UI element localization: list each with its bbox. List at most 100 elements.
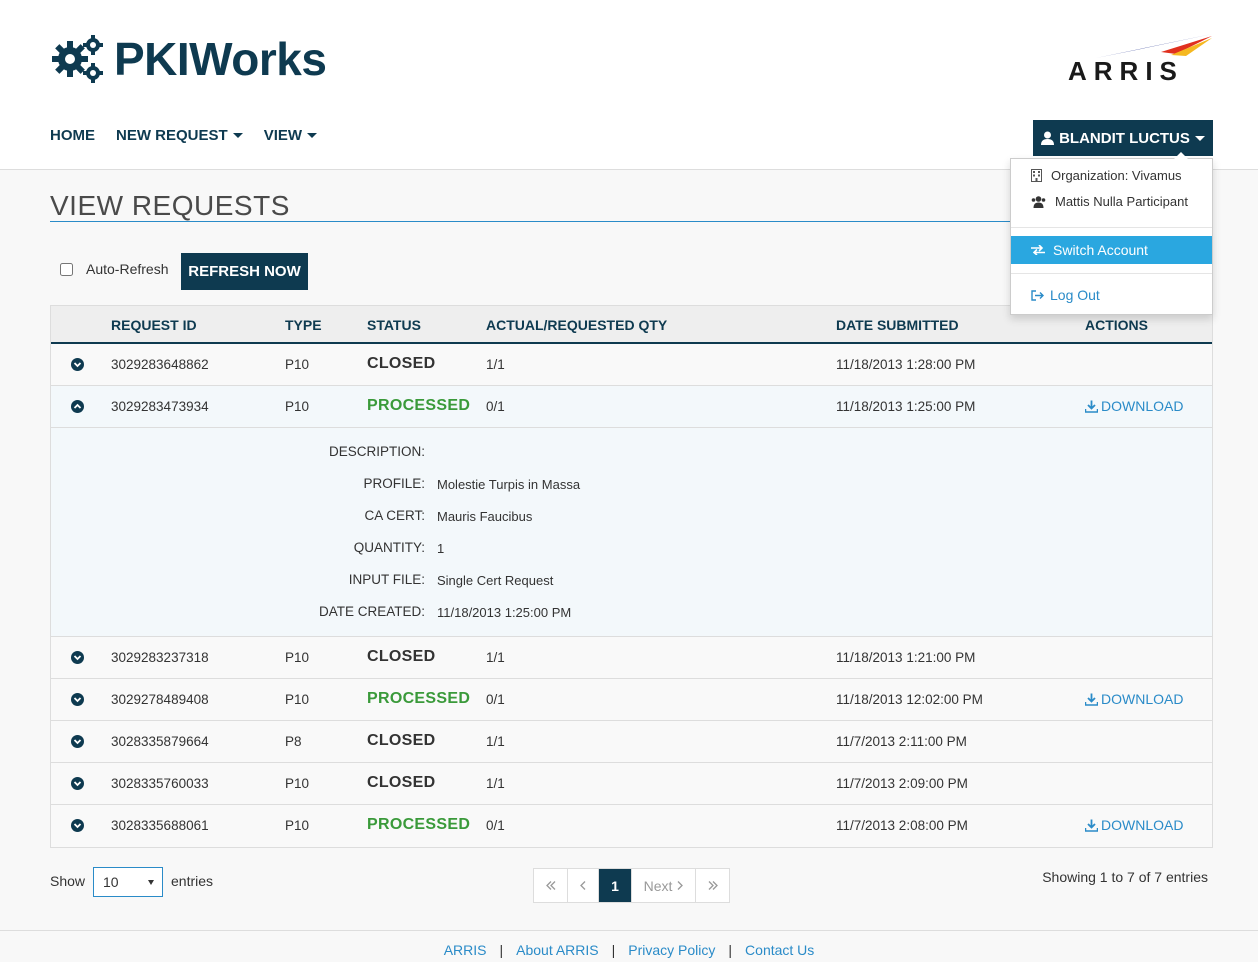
download-label: DOWNLOAD (1101, 817, 1184, 833)
log-out-item[interactable]: Log Out (1031, 287, 1100, 303)
table-row: 3028335760033 P10 CLOSED 1/1 11/7/2013 2:09:… (51, 763, 1212, 805)
type-cell: P10 (285, 357, 310, 372)
previous-page-button[interactable] (568, 869, 599, 902)
detail-value-date-created: 11/18/2013 1:25:00 PM (437, 605, 572, 620)
user-menu-button[interactable]: BLANDIT LUCTUS (1033, 120, 1213, 156)
date-submitted-cell: 11/7/2013 2:11:00 PM (836, 734, 967, 749)
request-id-cell: 3029278489408 (111, 692, 209, 707)
page-1-button[interactable]: 1 (599, 869, 632, 902)
qty-cell: 0/1 (486, 399, 505, 414)
column-header-type[interactable]: TYPE (285, 317, 322, 333)
detail-value-ca-cert: Mauris Faucibus (437, 509, 533, 524)
table-row: 3029283473934 P10 PROCESSED 0/1 11/18/2013 1… (51, 386, 1212, 428)
date-submitted-cell: 11/18/2013 1:21:00 PM (836, 650, 976, 665)
date-submitted-cell: 11/18/2013 12:02:00 PM (836, 692, 983, 707)
footer-link-privacy-policy[interactable]: Privacy Policy (628, 942, 715, 958)
app-logo[interactable]: PKIWorks (50, 32, 327, 86)
column-header-actions: ACTIONS (1085, 317, 1148, 333)
footer-link-arris[interactable]: ARRIS (444, 942, 487, 958)
qty-cell: 1/1 (486, 357, 505, 372)
footer-link-contact-us[interactable]: Contact Us (745, 942, 814, 958)
type-cell: P8 (285, 734, 302, 749)
user-icon (1041, 131, 1055, 145)
gears-icon (52, 35, 103, 83)
table-row: 3028335879664 P8 CLOSED 1/1 11/7/2013 2:11:0… (51, 721, 1212, 763)
request-id-cell: 3028335879664 (111, 734, 209, 749)
page-size-value: 10 (103, 874, 119, 890)
role-text: Mattis Nulla Participant (1055, 194, 1188, 209)
footer-divider (0, 930, 1258, 931)
date-submitted-cell: 11/7/2013 2:08:00 PM (836, 818, 968, 833)
column-header-qty[interactable]: ACTUAL/REQUESTED QTY (486, 317, 667, 333)
arris-logo: ARRIS (1066, 30, 1216, 86)
status-cell: PROCESSED (367, 816, 471, 833)
detail-value-profile: Molestie Turpis in Massa (437, 477, 581, 492)
double-chevron-right-icon (708, 881, 718, 890)
nav-home-label: HOME (50, 127, 95, 144)
nav-view[interactable]: VIEW (264, 127, 318, 144)
log-out-label: Log Out (1050, 287, 1100, 303)
detail-value-quantity: 1 (437, 541, 445, 556)
next-page-button[interactable]: Next (632, 869, 696, 902)
request-id-cell: 3029283473934 (111, 399, 209, 414)
column-header-status[interactable]: STATUS (367, 317, 421, 333)
page-size-select[interactable]: 10 (93, 867, 163, 897)
status-cell: PROCESSED (367, 397, 471, 414)
expand-row-button[interactable] (71, 651, 84, 664)
date-submitted-cell: 11/18/2013 1:25:00 PM (836, 399, 976, 414)
auto-refresh-control: Auto-Refresh (60, 261, 168, 277)
column-header-request-id[interactable]: REQUEST ID (111, 317, 197, 333)
column-header-date-submitted[interactable]: DATE SUBMITTED (836, 317, 959, 333)
last-page-button[interactable] (696, 869, 729, 902)
nav-new-request-label: NEW REQUEST (116, 127, 228, 144)
collapse-row-button[interactable] (71, 400, 84, 413)
next-label: Next (643, 877, 673, 894)
expand-row-button[interactable] (71, 735, 84, 748)
download-link[interactable]: DOWNLOAD (1085, 817, 1183, 833)
switch-account-item[interactable]: Switch Account (1011, 236, 1212, 264)
organization-item: Organization: Vivamus (1031, 168, 1182, 183)
expand-row-button[interactable] (71, 819, 84, 832)
chevron-down-icon (73, 362, 82, 368)
qty-cell: 1/1 (486, 776, 505, 791)
type-cell: P10 (285, 692, 310, 707)
chevron-right-icon (677, 881, 684, 890)
type-cell: P10 (285, 818, 310, 833)
refresh-now-button[interactable]: REFRESH NOW (181, 253, 308, 290)
download-icon (1085, 819, 1098, 832)
nav-new-request[interactable]: NEW REQUEST (116, 127, 243, 144)
download-link[interactable]: DOWNLOAD (1085, 398, 1183, 414)
detail-label-ca-cert: CA CERT: (364, 508, 425, 523)
table-row: 3029283648862 P10 CLOSED 1/1 11/18/2013 1:28… (51, 344, 1212, 386)
download-link[interactable]: DOWNLOAD (1085, 691, 1183, 707)
detail-label-description: DESCRIPTION: (328, 444, 425, 459)
download-label: DOWNLOAD (1101, 398, 1184, 414)
type-cell: P10 (285, 650, 310, 665)
detail-value-input-file: Single Cert Request (437, 573, 554, 588)
caret-down-icon (232, 133, 243, 138)
request-id-cell: 3028335688061 (111, 818, 209, 833)
expand-row-button[interactable] (71, 777, 84, 790)
footer-link-about-arris[interactable]: About ARRIS (516, 942, 599, 958)
status-cell: CLOSED (367, 648, 436, 665)
show-label: Show (50, 873, 86, 889)
request-id-cell: 3028335760033 (111, 776, 209, 791)
switch-account-label: Switch Account (1053, 242, 1148, 258)
status-cell: PROCESSED (367, 690, 471, 707)
refresh-now-label: REFRESH NOW (188, 263, 301, 280)
detail-label-date-created: DATE CREATED: (318, 604, 425, 619)
building-icon (1031, 169, 1042, 182)
organization-text: Organization: Vivamus (1051, 168, 1182, 183)
footer-separator: | (611, 942, 616, 958)
first-page-button[interactable] (534, 869, 568, 902)
type-cell: P10 (285, 399, 310, 414)
expand-row-button[interactable] (71, 358, 84, 371)
nav-home[interactable]: HOME (50, 127, 95, 144)
app-name: PKIWorks (114, 33, 327, 85)
date-submitted-cell: 11/18/2013 1:28:00 PM (836, 357, 976, 372)
role-item: Mattis Nulla Participant (1031, 194, 1188, 209)
expand-row-button[interactable] (71, 693, 84, 706)
select-arrow-icon (148, 880, 154, 885)
menu-divider (1011, 273, 1212, 274)
auto-refresh-checkbox[interactable] (60, 262, 73, 276)
